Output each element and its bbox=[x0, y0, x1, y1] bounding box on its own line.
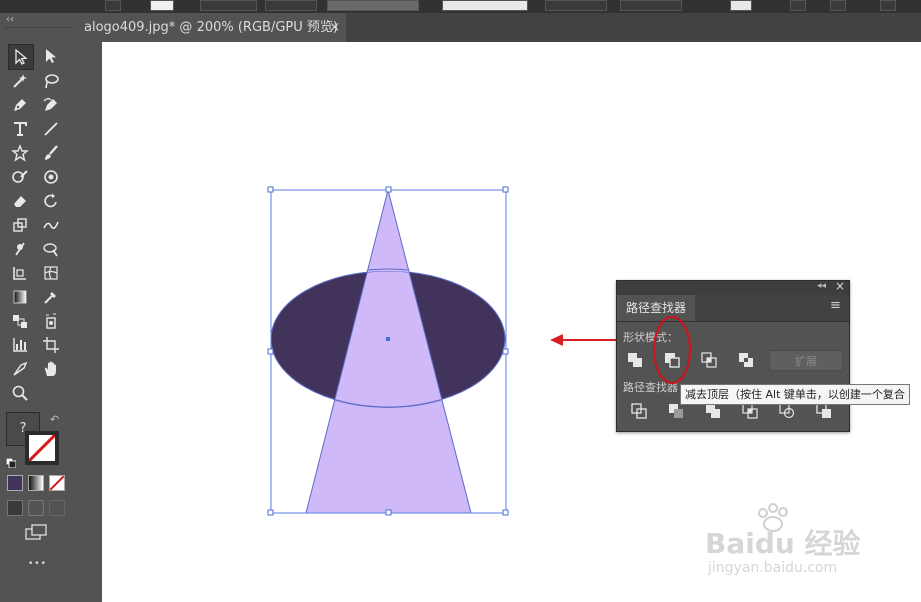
panel-header-bar[interactable]: ◂◂ × bbox=[617, 279, 849, 295]
intersect-button[interactable] bbox=[698, 350, 720, 370]
handle-top-center[interactable] bbox=[385, 186, 392, 193]
panel-close-icon[interactable]: × bbox=[835, 279, 845, 293]
panel-menu-icon[interactable]: ≡ bbox=[830, 298, 841, 313]
handle-middle-left[interactable] bbox=[267, 348, 274, 355]
expand-button[interactable]: 扩展 bbox=[769, 350, 843, 371]
handle-middle-right[interactable] bbox=[502, 348, 509, 355]
handle-top-right[interactable] bbox=[502, 186, 509, 193]
highlight-circle bbox=[652, 315, 692, 385]
watermark-url: jingyan.baidu.com bbox=[708, 560, 838, 576]
baidu-watermark: Baidu 经验 jingyan.baidu.com bbox=[700, 498, 890, 588]
handle-top-left[interactable] bbox=[267, 186, 274, 193]
handle-bottom-left[interactable] bbox=[267, 509, 274, 516]
watermark-brand: Baidu 经验 bbox=[705, 527, 861, 560]
exclude-button[interactable] bbox=[735, 350, 757, 370]
annotation-arrow-head bbox=[550, 334, 563, 346]
divide-button[interactable] bbox=[628, 401, 650, 421]
panel-collapse-icon[interactable]: ◂◂ bbox=[817, 281, 826, 291]
unite-button[interactable] bbox=[624, 350, 646, 370]
handle-bottom-center[interactable] bbox=[385, 509, 392, 516]
minus-front-tooltip: 减去顶层（按住 Alt 键单击，以创建一个复合 bbox=[680, 384, 910, 405]
center-point bbox=[386, 337, 390, 341]
handle-bottom-right[interactable] bbox=[502, 509, 509, 516]
